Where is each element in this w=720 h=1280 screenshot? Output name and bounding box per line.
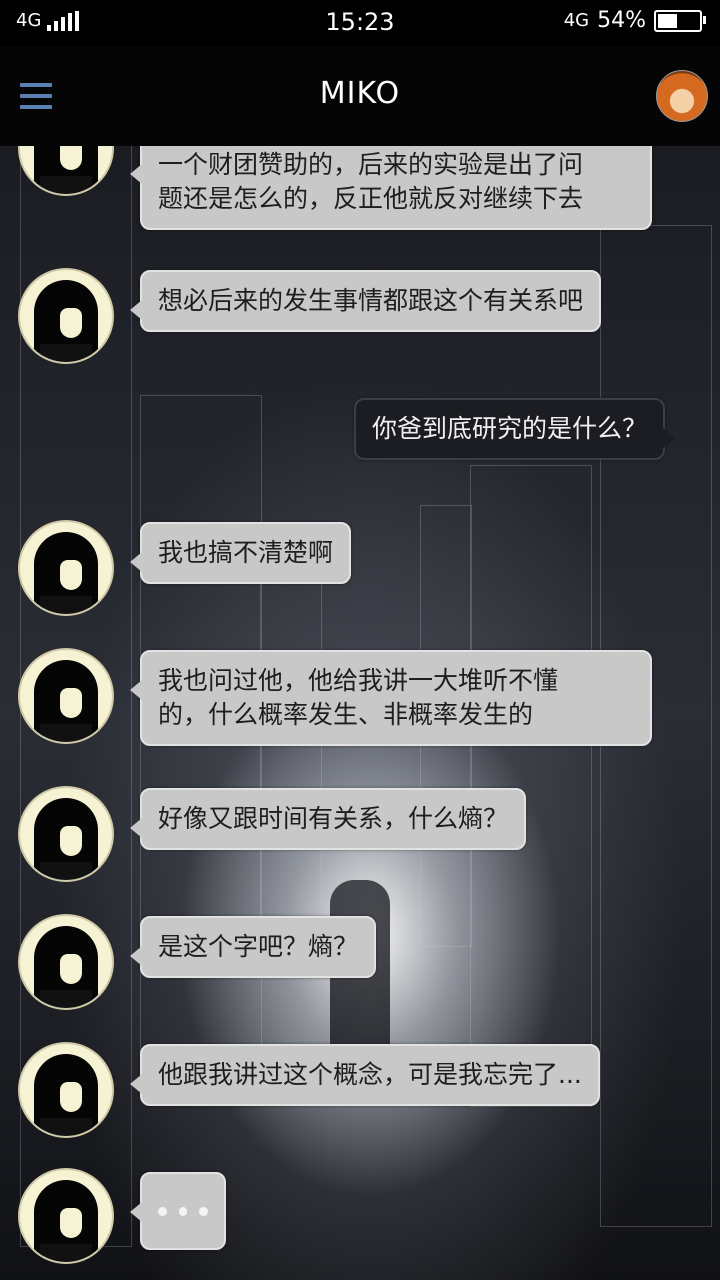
chat-thread[interactable]: 一个财团赞助的，后来的实验是出了问 题还是怎么的，反正他就反对继续下去 想必后来…	[0, 146, 720, 1280]
miko-avatar[interactable]	[18, 1168, 114, 1264]
user-avatar[interactable]	[656, 70, 708, 122]
message-bubble-2-outgoing: 你爸到底研究的是什么？	[354, 398, 676, 460]
miko-avatar[interactable]	[18, 1042, 114, 1138]
status-bar: 4G 15:23 4G 54%	[0, 0, 720, 46]
miko-avatar[interactable]	[18, 520, 114, 616]
message-bubble-6: 是这个字吧？熵？	[129, 916, 377, 978]
miko-avatar[interactable]	[18, 268, 114, 364]
miko-avatar[interactable]	[18, 914, 114, 1010]
app-header: MIKO	[0, 46, 720, 146]
message-bubble-7: 他跟我讲过这个概念，可是我忘完了...	[130, 1044, 600, 1106]
status-right: 4G 54%	[563, 8, 706, 33]
message-bubble-4: 我也问过他，他给我讲一大堆听不懂 的，什么概率发生、非概率发生的	[130, 650, 652, 746]
message-bubble-3: 我也搞不清楚啊	[129, 522, 352, 584]
typing-dot	[158, 1206, 167, 1216]
miko-avatar[interactable]	[18, 146, 114, 196]
message-bubble-0: 一个财团赞助的，后来的实验是出了问 题还是怎么的，反正他就反对继续下去	[130, 146, 652, 230]
message-bubble-1: 想必后来的发生事情都跟这个有关系吧	[129, 270, 602, 332]
battery-percentage: 54%	[597, 8, 646, 33]
battery-fill	[658, 13, 678, 28]
typing-indicator	[130, 1172, 226, 1250]
chat-title: MIKO	[319, 76, 401, 111]
battery-icon	[654, 9, 706, 32]
network-type-label-right: 4G	[563, 10, 590, 31]
typing-dot	[199, 1206, 209, 1216]
miko-avatar[interactable]	[18, 786, 114, 882]
typing-dot	[178, 1206, 188, 1216]
miko-avatar[interactable]	[18, 648, 114, 744]
message-bubble-5: 好像又跟时间有关系，什么熵？	[129, 788, 527, 850]
